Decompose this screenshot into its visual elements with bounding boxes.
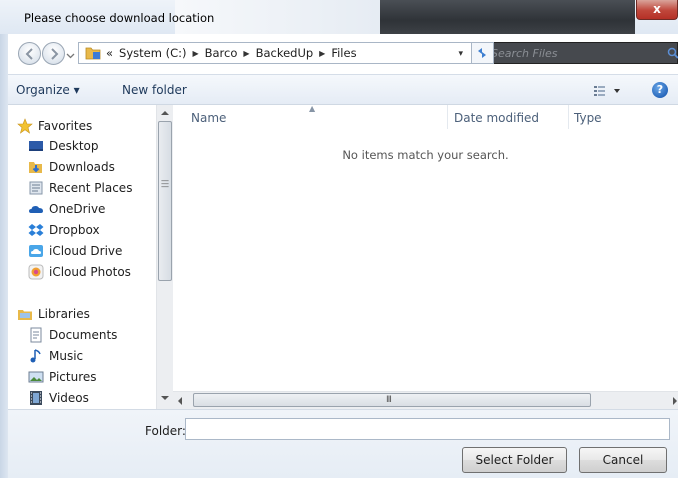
recent-places-icon xyxy=(29,181,43,195)
folder-icon xyxy=(85,47,101,60)
help-icon[interactable]: ? xyxy=(652,82,668,98)
nav-libraries[interactable]: Libraries xyxy=(17,304,90,324)
breadcrumb-item[interactable]: System (C:) xyxy=(119,46,186,60)
organize-button[interactable]: Organize ▾ xyxy=(16,83,80,97)
nav-label: Libraries xyxy=(38,307,90,321)
nav-label: OneDrive xyxy=(49,202,106,216)
nav-label: iCloud Photos xyxy=(49,265,131,279)
nav-label: Desktop xyxy=(49,139,99,153)
pictures-icon xyxy=(28,371,44,383)
breadcrumb-item[interactable]: Barco xyxy=(205,46,238,60)
file-list[interactable]: ▲ Name Date modified Type No items match… xyxy=(173,104,678,391)
scroll-right-icon[interactable] xyxy=(673,397,677,405)
breadcrumb-separator-icon[interactable]: ▶ xyxy=(319,49,325,58)
nav-item-icloud-photos[interactable]: iCloud Photos xyxy=(28,262,131,282)
icloud-drive-icon xyxy=(29,245,43,257)
refresh-button[interactable] xyxy=(472,42,494,64)
onedrive-icon xyxy=(29,206,43,213)
dialog-footer: Folder: Select Folder Cancel xyxy=(8,409,678,478)
scroll-down-icon[interactable] xyxy=(161,396,169,400)
breadcrumb-item[interactable]: Files xyxy=(331,46,356,60)
music-icon xyxy=(30,349,41,363)
nav-label: Recent Places xyxy=(49,181,133,195)
file-list-scrollbar[interactable]: III xyxy=(173,391,678,409)
icloud-photos-icon xyxy=(28,264,44,280)
dropbox-icon xyxy=(28,224,44,236)
scrollbar-thumb[interactable] xyxy=(158,121,172,281)
grip-icon: — — — xyxy=(161,176,169,191)
star-icon xyxy=(17,118,33,134)
change-view-icon[interactable] xyxy=(586,84,626,98)
nav-label: Dropbox xyxy=(49,223,100,237)
forward-button[interactable] xyxy=(42,42,65,65)
nav-item-onedrive[interactable]: OneDrive xyxy=(28,199,105,219)
empty-message: No items match your search. xyxy=(342,148,509,162)
window-title: Please choose download location xyxy=(24,11,215,25)
nav-label: iCloud Drive xyxy=(49,244,123,258)
nav-item-music[interactable]: Music xyxy=(28,346,83,366)
title-bar: Please choose download location x xyxy=(0,0,678,34)
forward-arrow-icon xyxy=(51,48,59,60)
column-header-name[interactable]: Name xyxy=(191,111,226,125)
breadcrumb[interactable]: « System (C:) ▶ Barco ▶ BackedUp ▶ Files… xyxy=(78,42,472,64)
column-header-date-modified[interactable]: Date modified xyxy=(454,111,539,125)
breadcrumb-separator-icon[interactable]: ▶ xyxy=(243,49,249,58)
breadcrumb-separator-icon[interactable]: ▶ xyxy=(192,49,198,58)
refresh-icon xyxy=(478,48,486,58)
desktop-icon xyxy=(29,141,43,151)
nav-label: Downloads xyxy=(49,160,115,174)
cancel-button[interactable]: Cancel xyxy=(579,447,667,473)
window-frame xyxy=(0,34,8,478)
back-arrow-icon xyxy=(25,48,33,60)
downloads-icon xyxy=(29,162,42,173)
nav-favorites[interactable]: Favorites xyxy=(17,116,92,136)
nav-item-dropbox[interactable]: Dropbox xyxy=(28,220,100,240)
nav-label: Favorites xyxy=(38,119,93,133)
nav-item-recent-places[interactable]: Recent Places xyxy=(28,178,132,198)
nav-item-videos[interactable]: Videos xyxy=(28,388,89,408)
back-button[interactable] xyxy=(18,42,41,65)
documents-icon xyxy=(30,327,42,343)
select-folder-button[interactable]: Select Folder xyxy=(462,447,567,473)
nav-label: Music xyxy=(49,349,84,363)
search-input[interactable]: Search Files xyxy=(491,47,557,60)
address-row: « System (C:) ▶ Barco ▶ BackedUp ▶ Files… xyxy=(0,34,678,74)
libraries-icon xyxy=(18,310,32,320)
videos-icon xyxy=(30,391,42,405)
nav-label: Pictures xyxy=(49,370,97,384)
nav-item-downloads[interactable]: Downloads xyxy=(28,157,115,177)
search-icon[interactable] xyxy=(667,47,678,59)
nav-label: Videos xyxy=(49,391,89,405)
address-dropdown-icon[interactable]: ▾ xyxy=(458,49,463,59)
close-button[interactable]: x xyxy=(636,0,678,20)
scroll-up-icon[interactable] xyxy=(161,111,169,115)
sort-ascending-icon: ▲ xyxy=(309,104,316,113)
nav-item-pictures[interactable]: Pictures xyxy=(28,367,97,387)
nav-item-documents[interactable]: Documents xyxy=(28,325,117,345)
breadcrumb-item[interactable]: BackedUp xyxy=(256,46,314,60)
scrollbar-thumb[interactable]: III xyxy=(193,393,591,407)
folder-label: Folder: xyxy=(145,424,186,438)
column-header-type[interactable]: Type xyxy=(574,111,602,125)
nav-label: Documents xyxy=(49,328,118,342)
scroll-left-icon[interactable] xyxy=(178,397,182,405)
breadcrumb-overflow[interactable]: « xyxy=(106,46,113,60)
navigation-pane[interactable]: Favorites Desktop Downloads Recent Place… xyxy=(8,105,156,409)
search-box[interactable]: Search Files xyxy=(480,42,678,64)
recent-locations-dropdown-icon[interactable] xyxy=(66,51,75,60)
folder-field[interactable] xyxy=(185,418,670,440)
nav-pane-scrollbar[interactable]: — — — xyxy=(156,105,173,409)
nav-item-desktop[interactable]: Desktop xyxy=(28,136,99,156)
new-folder-button[interactable]: New folder xyxy=(122,83,187,97)
command-toolbar: Organize ▾ New folder ? xyxy=(8,74,678,105)
grip-icon: III xyxy=(386,395,392,405)
nav-item-icloud-drive[interactable]: iCloud Drive xyxy=(28,241,122,261)
